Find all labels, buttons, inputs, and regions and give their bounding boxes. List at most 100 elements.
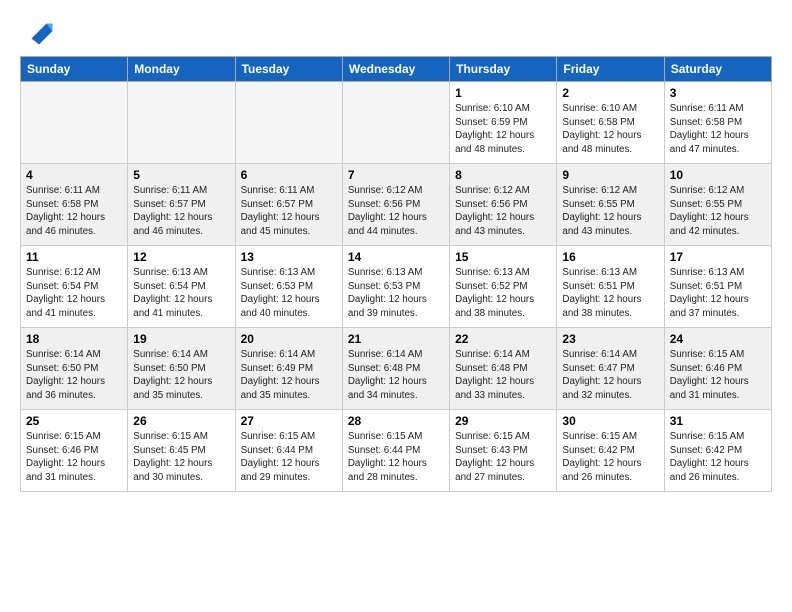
calendar-cell: 21 Sunrise: 6:14 AMSunset: 6:48 PMDayligh… (342, 328, 449, 410)
day-number: 25 (26, 414, 122, 428)
calendar-cell: 15Sunrise: 6:13 AMSunset: 6:52 PMDayligh… (450, 246, 557, 328)
calendar-cell (128, 82, 235, 164)
day-number: 7 (348, 168, 444, 182)
logo (20, 16, 54, 46)
day-info: Sunrise: 6:10 AMSunset: 6:58 PMDaylight:… (562, 102, 658, 157)
calendar-week-row: 1 Sunrise: 6:10 AMSunset: 6:59 PMDaylight… (21, 82, 772, 164)
day-info: Sunrise: 6:14 AMSunset: 6:49 PMDaylight:… (241, 348, 337, 403)
calendar-cell: 7 Sunrise: 6:12 AMSunset: 6:56 PMDaylight… (342, 164, 449, 246)
day-number: 9 (562, 168, 658, 182)
day-number: 11 (26, 250, 122, 264)
calendar-cell: 31Sunrise: 6:15 AMSunset: 6:42 PMDayligh… (664, 410, 771, 492)
calendar-cell: 29 Sunrise: 6:15 AMSunset: 6:43 PMDayligh… (450, 410, 557, 492)
day-info: Sunrise: 6:15 AMSunset: 6:42 PMDaylight:… (562, 430, 658, 485)
logo-icon (24, 16, 54, 46)
col-header-thursday: Thursday (450, 57, 557, 82)
day-info: Sunrise: 6:13 AMSunset: 6:54 PMDaylight:… (133, 266, 229, 321)
day-number: 17 (670, 250, 766, 264)
day-number: 13 (241, 250, 337, 264)
calendar-week-row: 18 Sunrise: 6:14 AMSunset: 6:50 PMDayligh… (21, 328, 772, 410)
day-info: Sunrise: 6:12 AMSunset: 6:56 PMDaylight:… (455, 184, 551, 239)
calendar-cell: 9Sunrise: 6:12 AMSunset: 6:55 PMDaylight… (557, 164, 664, 246)
day-info: Sunrise: 6:10 AMSunset: 6:59 PMDaylight:… (455, 102, 551, 157)
day-info: Sunrise: 6:13 AMSunset: 6:53 PMDaylight:… (241, 266, 337, 321)
calendar-cell: 10Sunrise: 6:12 AMSunset: 6:55 PMDayligh… (664, 164, 771, 246)
calendar-table: SundayMondayTuesdayWednesdayThursdayFrid… (20, 56, 772, 492)
calendar-cell: 6 Sunrise: 6:11 AMSunset: 6:57 PMDaylight… (235, 164, 342, 246)
day-number: 30 (562, 414, 658, 428)
calendar-cell: 18 Sunrise: 6:14 AMSunset: 6:50 PMDayligh… (21, 328, 128, 410)
day-number: 22 (455, 332, 551, 346)
calendar-cell: 27Sunrise: 6:15 AMSunset: 6:44 PMDayligh… (235, 410, 342, 492)
calendar-cell: 22 Sunrise: 6:14 AMSunset: 6:48 PMDayligh… (450, 328, 557, 410)
calendar-cell (342, 82, 449, 164)
day-number: 2 (562, 86, 658, 100)
calendar-week-row: 4 Sunrise: 6:11 AMSunset: 6:58 PMDaylight… (21, 164, 772, 246)
calendar-cell: 11 Sunrise: 6:12 AMSunset: 6:54 PMDayligh… (21, 246, 128, 328)
day-info: Sunrise: 6:15 AMSunset: 6:43 PMDaylight:… (455, 430, 551, 485)
day-number: 29 (455, 414, 551, 428)
day-number: 26 (133, 414, 229, 428)
calendar-cell (21, 82, 128, 164)
calendar-week-row: 11 Sunrise: 6:12 AMSunset: 6:54 PMDayligh… (21, 246, 772, 328)
col-header-saturday: Saturday (664, 57, 771, 82)
day-info: Sunrise: 6:15 AMSunset: 6:45 PMDaylight:… (133, 430, 229, 485)
col-header-wednesday: Wednesday (342, 57, 449, 82)
day-info: Sunrise: 6:15 AMSunset: 6:46 PMDaylight:… (26, 430, 122, 485)
day-info: Sunrise: 6:14 AMSunset: 6:50 PMDaylight:… (133, 348, 229, 403)
day-number: 10 (670, 168, 766, 182)
header (20, 16, 772, 46)
day-info: Sunrise: 6:15 AMSunset: 6:46 PMDaylight:… (670, 348, 766, 403)
day-number: 1 (455, 86, 551, 100)
col-header-tuesday: Tuesday (235, 57, 342, 82)
day-info: Sunrise: 6:13 AMSunset: 6:51 PMDaylight:… (670, 266, 766, 321)
day-number: 8 (455, 168, 551, 182)
calendar-cell: 1 Sunrise: 6:10 AMSunset: 6:59 PMDaylight… (450, 82, 557, 164)
calendar-cell: 30 Sunrise: 6:15 AMSunset: 6:42 PMDayligh… (557, 410, 664, 492)
day-info: Sunrise: 6:15 AMSunset: 6:44 PMDaylight:… (241, 430, 337, 485)
calendar-header-row: SundayMondayTuesdayWednesdayThursdayFrid… (21, 57, 772, 82)
day-info: Sunrise: 6:13 AMSunset: 6:52 PMDaylight:… (455, 266, 551, 321)
page-container: SundayMondayTuesdayWednesdayThursdayFrid… (0, 0, 792, 502)
day-number: 4 (26, 168, 122, 182)
day-info: Sunrise: 6:14 AMSunset: 6:48 PMDaylight:… (348, 348, 444, 403)
day-number: 18 (26, 332, 122, 346)
calendar-cell: 19Sunrise: 6:14 AMSunset: 6:50 PMDayligh… (128, 328, 235, 410)
calendar-cell: 5Sunrise: 6:11 AMSunset: 6:57 PMDaylight… (128, 164, 235, 246)
day-number: 23 (562, 332, 658, 346)
day-number: 28 (348, 414, 444, 428)
calendar-cell: 14Sunrise: 6:13 AMSunset: 6:53 PMDayligh… (342, 246, 449, 328)
day-number: 5 (133, 168, 229, 182)
calendar-cell (235, 82, 342, 164)
day-number: 16 (562, 250, 658, 264)
day-number: 3 (670, 86, 766, 100)
calendar-cell: 8 Sunrise: 6:12 AMSunset: 6:56 PMDaylight… (450, 164, 557, 246)
day-number: 6 (241, 168, 337, 182)
day-info: Sunrise: 6:14 AMSunset: 6:50 PMDaylight:… (26, 348, 122, 403)
calendar-cell: 16 Sunrise: 6:13 AMSunset: 6:51 PMDayligh… (557, 246, 664, 328)
day-info: Sunrise: 6:12 AMSunset: 6:54 PMDaylight:… (26, 266, 122, 321)
day-info: Sunrise: 6:11 AMSunset: 6:58 PMDaylight:… (26, 184, 122, 239)
day-info: Sunrise: 6:11 AMSunset: 6:58 PMDaylight:… (670, 102, 766, 157)
day-number: 21 (348, 332, 444, 346)
calendar-cell: 2 Sunrise: 6:10 AMSunset: 6:58 PMDaylight… (557, 82, 664, 164)
day-info: Sunrise: 6:13 AMSunset: 6:51 PMDaylight:… (562, 266, 658, 321)
day-info: Sunrise: 6:13 AMSunset: 6:53 PMDaylight:… (348, 266, 444, 321)
calendar-cell: 25 Sunrise: 6:15 AMSunset: 6:46 PMDayligh… (21, 410, 128, 492)
day-number: 24 (670, 332, 766, 346)
day-number: 31 (670, 414, 766, 428)
day-info: Sunrise: 6:11 AMSunset: 6:57 PMDaylight:… (241, 184, 337, 239)
day-info: Sunrise: 6:12 AMSunset: 6:56 PMDaylight:… (348, 184, 444, 239)
calendar-cell: 4 Sunrise: 6:11 AMSunset: 6:58 PMDaylight… (21, 164, 128, 246)
calendar-cell: 3 Sunrise: 6:11 AMSunset: 6:58 PMDaylight… (664, 82, 771, 164)
calendar-week-row: 25 Sunrise: 6:15 AMSunset: 6:46 PMDayligh… (21, 410, 772, 492)
day-number: 12 (133, 250, 229, 264)
day-number: 20 (241, 332, 337, 346)
calendar-cell: 12 Sunrise: 6:13 AMSunset: 6:54 PMDayligh… (128, 246, 235, 328)
calendar-cell: 28Sunrise: 6:15 AMSunset: 6:44 PMDayligh… (342, 410, 449, 492)
col-header-sunday: Sunday (21, 57, 128, 82)
calendar-cell: 24 Sunrise: 6:15 AMSunset: 6:46 PMDayligh… (664, 328, 771, 410)
col-header-friday: Friday (557, 57, 664, 82)
day-info: Sunrise: 6:14 AMSunset: 6:48 PMDaylight:… (455, 348, 551, 403)
calendar-cell: 17 Sunrise: 6:13 AMSunset: 6:51 PMDayligh… (664, 246, 771, 328)
